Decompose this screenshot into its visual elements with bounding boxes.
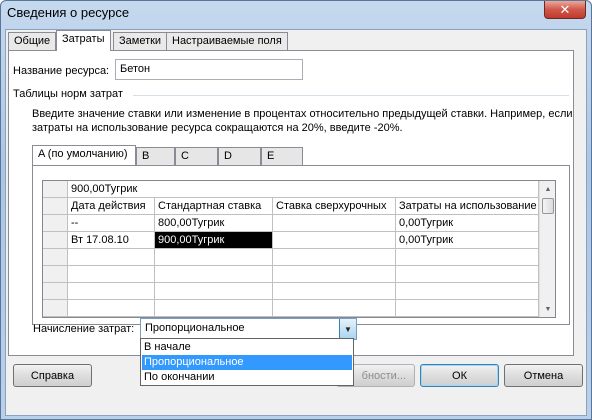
group-divider [133,95,569,96]
table-row: -- 800,00Тугрик 0,00Тугрик [43,215,555,232]
grid-edit-bar: 900,00Тугрик [43,181,555,198]
tab-rate-table-d[interactable]: D [218,147,261,165]
row-header [43,249,68,266]
tab-notes[interactable]: Заметки [113,32,168,50]
cell-standard-rate[interactable] [155,249,273,266]
cost-accrual-dropdown-list: В начале Пропорциональное По окончании [140,338,354,386]
grid-edit-value[interactable]: 900,00Тугрик [68,181,539,198]
tab-costs[interactable]: Затраты [56,30,111,51]
tab-rate-table-b[interactable]: B [136,147,175,165]
chevron-down-icon[interactable]: ▼ [339,319,356,339]
row-header [43,300,68,317]
resource-name-field[interactable]: Бетон [115,59,303,80]
row-header-corner [43,181,68,198]
cell-per-use-cost[interactable]: 0,00Тугрик [396,215,539,232]
cell-effective-date[interactable] [68,249,155,266]
cell-per-use-cost[interactable] [396,300,539,317]
cell-effective-date[interactable]: Вт 17.08.10 [68,232,155,249]
resource-name-label: Название ресурса: [13,65,110,77]
cell-overtime-rate[interactable] [273,266,396,283]
cell-standard-rate[interactable]: 800,00Тугрик [155,215,273,232]
col-header-standard-rate: Стандартная ставка [155,198,273,215]
cell-standard-rate[interactable] [155,266,273,283]
cell-effective-date[interactable] [68,266,155,283]
col-header-per-use-cost: Затраты на использование [396,198,539,215]
cell-standard-rate[interactable] [155,300,273,317]
ok-button[interactable]: ОК [420,364,499,387]
cell-overtime-rate[interactable] [273,300,396,317]
col-header-effective-date: Дата действия [68,198,155,215]
cell-overtime-rate[interactable] [273,215,396,232]
grid-vertical-scrollbar[interactable]: ▲ ▼ [539,181,555,317]
cell-effective-date[interactable]: -- [68,215,155,232]
title-bar: Сведения о ресурсе ✕ [1,1,591,25]
cost-accrual-label: Начисление затрат: [33,323,135,335]
cell-per-use-cost[interactable]: 0,00Тугрик [396,232,539,249]
table-row [43,283,555,300]
tab-rate-table-e[interactable]: E [261,147,303,165]
rate-grid: 900,00Тугрик Дата действия Стандартная с… [42,180,556,318]
row-header [43,215,68,232]
cell-per-use-cost[interactable] [396,249,539,266]
cell-standard-rate-selected[interactable]: 900,00Тугрик [155,232,273,249]
window-title: Сведения о ресурсе [7,5,130,20]
tab-rate-table-a[interactable]: A (по умолчанию) [32,145,136,165]
col-header-overtime-rate: Ставка сверхурочных [273,198,396,215]
table-row: Вт 17.08.10 900,00Тугрик 0,00Тугрик [43,232,555,249]
option-prorated[interactable]: Пропорциональное [142,355,352,370]
cell-effective-date[interactable] [68,283,155,300]
resource-info-dialog: Сведения о ресурсе ✕ Общие Затраты Замет… [0,0,592,420]
cell-effective-date[interactable] [68,300,155,317]
row-header [43,266,68,283]
cell-per-use-cost[interactable] [396,283,539,300]
scroll-up-icon[interactable]: ▲ [540,181,555,197]
tab-custom-fields[interactable]: Настраиваемые поля [166,32,288,50]
tab-rate-table-c[interactable]: C [175,147,218,165]
row-header [43,198,68,215]
cost-tables-group-label: Таблицы норм затрат [13,88,123,100]
cancel-button[interactable]: Отмена [504,364,583,387]
cost-accrual-selected-value: Пропорциональное [145,322,245,334]
table-row [43,266,555,283]
table-row [43,249,555,266]
instructions-line-2: затраты на использование ресурса сокраща… [32,122,403,134]
row-header [43,232,68,249]
cell-overtime-rate[interactable] [273,232,396,249]
row-header [43,283,68,300]
cell-overtime-rate[interactable] [273,283,396,300]
cell-overtime-rate[interactable] [273,249,396,266]
close-icon[interactable]: ✕ [544,1,586,19]
help-button[interactable]: Справка [13,364,92,387]
rate-table-page: 900,00Тугрик Дата действия Стандартная с… [32,165,570,325]
scroll-down-icon[interactable]: ▼ [540,301,555,317]
option-end[interactable]: По окончании [142,370,352,385]
table-row [43,300,555,317]
cell-per-use-cost[interactable] [396,266,539,283]
scroll-thumb[interactable] [542,198,554,214]
option-start[interactable]: В начале [142,340,352,355]
cell-standard-rate[interactable] [155,283,273,300]
grid-header-row: Дата действия Стандартная ставка Ставка … [43,198,555,215]
tab-general[interactable]: Общие [8,32,57,50]
instructions-line-1: Введите значение ставки или изменение в … [32,108,573,120]
cost-accrual-select[interactable]: Пропорциональное ▼ [140,318,357,340]
